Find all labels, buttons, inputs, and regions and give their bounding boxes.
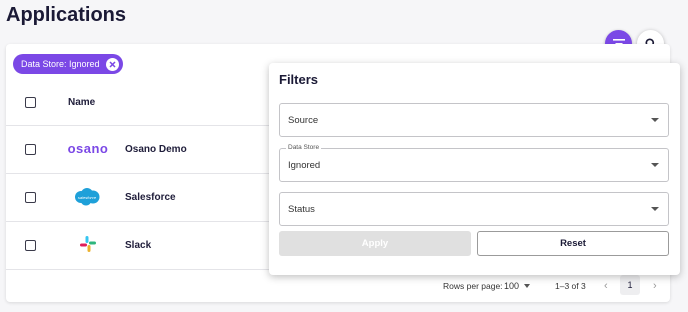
filters-title: Filters [279, 72, 319, 87]
osano-logo: osano [67, 140, 109, 156]
source-select[interactable]: Source [279, 103, 669, 137]
current-page-button[interactable]: 1 [620, 275, 640, 295]
page-title: Applications [6, 4, 127, 26]
pagination-range: 1–3 of 3 [555, 281, 586, 291]
active-filter-chip: Data Store: Ignored [13, 54, 123, 74]
row-checkbox[interactable] [25, 144, 36, 155]
column-header-name[interactable]: Name [68, 97, 95, 108]
row-checkbox[interactable] [25, 240, 36, 251]
data-store-select[interactable]: Data Store Ignored [279, 144, 669, 182]
status-select-value: Status [288, 203, 315, 215]
caret-down-icon [651, 118, 659, 122]
rows-per-page-label: Rows per page: [443, 281, 503, 291]
svg-text:salesforce: salesforce [78, 195, 97, 200]
active-filter-label: Data Store: Ignored [21, 59, 100, 69]
chevron-left-icon[interactable]: ‹ [604, 280, 608, 292]
rows-per-page-caret-icon[interactable] [524, 284, 530, 288]
filters-panel: Filters Source Data Store Ignored Status… [269, 63, 680, 275]
reset-button[interactable]: Reset [477, 231, 669, 256]
caret-down-icon [651, 207, 659, 211]
slack-logo [79, 235, 97, 253]
data-store-select-value: Ignored [288, 159, 321, 171]
status-select[interactable]: Status [279, 192, 669, 226]
row-checkbox[interactable] [25, 192, 36, 203]
row-name[interactable]: Osano Demo [125, 144, 187, 155]
select-all-checkbox[interactable] [25, 97, 36, 108]
chevron-right-icon[interactable]: › [653, 280, 657, 292]
caret-down-icon [651, 163, 659, 167]
apply-button[interactable]: Apply [279, 231, 471, 256]
salesforce-logo: salesforce [72, 187, 102, 207]
row-name[interactable]: Salesforce [125, 192, 176, 203]
data-store-label: Data Store [286, 144, 322, 151]
rows-per-page-select[interactable]: 100 [504, 281, 519, 291]
row-name[interactable]: Slack [125, 240, 151, 251]
source-select-value: Source [288, 114, 319, 126]
close-circle-icon[interactable] [105, 57, 119, 71]
